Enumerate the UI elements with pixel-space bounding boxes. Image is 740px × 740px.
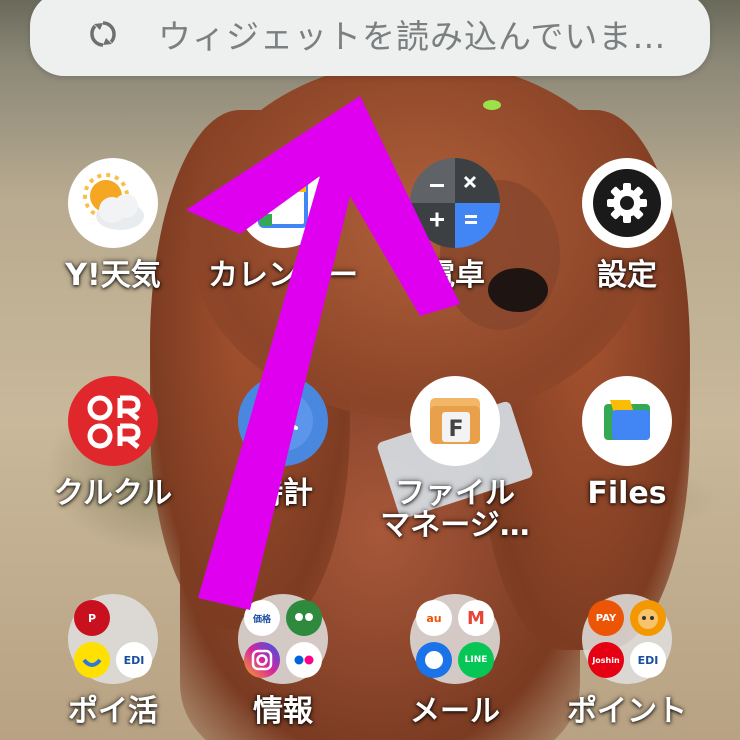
instagram-icon: [244, 642, 280, 678]
app-file-manager[interactable]: F ファイル マネージ…: [370, 376, 540, 542]
app-clock[interactable]: 時計: [198, 376, 368, 510]
widget-search-bar[interactable]: ウィジェットを読み込んでいま…: [30, 0, 710, 76]
smile-icon: [74, 642, 110, 678]
app-files[interactable]: Files: [542, 376, 712, 510]
wallpaper-hair-tie: [483, 100, 501, 110]
files-icon: [582, 376, 672, 466]
folder-icon: PAY Joshin EDI: [582, 594, 672, 684]
svg-text:F: F: [448, 417, 463, 442]
weather-icon: [68, 158, 158, 248]
app-weather[interactable]: Y!天気: [28, 158, 198, 292]
folder-mail[interactable]: au M LINE メール: [370, 594, 540, 728]
ponta-icon: [630, 600, 666, 636]
calculator-icon: [410, 158, 500, 248]
app-label: 設定: [597, 258, 657, 293]
gear-icon: [582, 158, 672, 248]
folder-label: メール: [410, 694, 500, 729]
edion-icon: EDI: [630, 642, 666, 678]
calendar-icon: [238, 158, 328, 248]
app-label: ファイル マネージ…: [380, 476, 530, 543]
folder-label: ポイント: [567, 694, 687, 729]
folder-label: ポイ活: [68, 694, 158, 729]
edion-icon: EDI: [116, 642, 152, 678]
message-icon: [416, 642, 452, 678]
gmail-icon: M: [458, 600, 494, 636]
aupay-icon: PAY: [588, 600, 624, 636]
qr-icon: [68, 376, 158, 466]
au-mail-icon: au: [416, 600, 452, 636]
sync-icon: [85, 16, 121, 52]
kakaku-icon: 価格: [244, 600, 280, 636]
widget-loading-text: ウィジェットを読み込んでいま…: [158, 17, 667, 56]
owl-icon: [286, 600, 322, 636]
pclub-icon: P: [74, 600, 110, 636]
app-label: Files: [587, 476, 667, 511]
folder-icon: 価格: [238, 594, 328, 684]
folder-info[interactable]: 価格 情報: [198, 594, 368, 728]
folder-icon: au M LINE: [410, 594, 500, 684]
folder-label: 情報: [253, 694, 313, 729]
app-label: 時計: [253, 476, 313, 511]
app-label: カレンダー: [208, 258, 358, 293]
file-manager-icon: F: [410, 376, 500, 466]
app-label: クルクル: [53, 476, 173, 511]
folder-icon: P EDI: [68, 594, 158, 684]
folder-poikatsu[interactable]: P EDI ポイ活: [28, 594, 198, 728]
app-calendar[interactable]: カレンダー: [198, 158, 368, 292]
app-kurukuru[interactable]: クルクル: [28, 376, 198, 510]
joshin-icon: Joshin: [588, 642, 624, 678]
app-settings[interactable]: 設定: [542, 158, 712, 292]
app-label: Y!天気: [65, 258, 161, 293]
app-calculator[interactable]: 電卓: [370, 158, 540, 292]
app-label: 電卓: [425, 258, 485, 293]
flickr-icon: [286, 642, 322, 678]
clock-icon: [238, 376, 328, 466]
line-icon: LINE: [458, 642, 494, 678]
folder-points[interactable]: PAY Joshin EDI ポイント: [542, 594, 712, 728]
